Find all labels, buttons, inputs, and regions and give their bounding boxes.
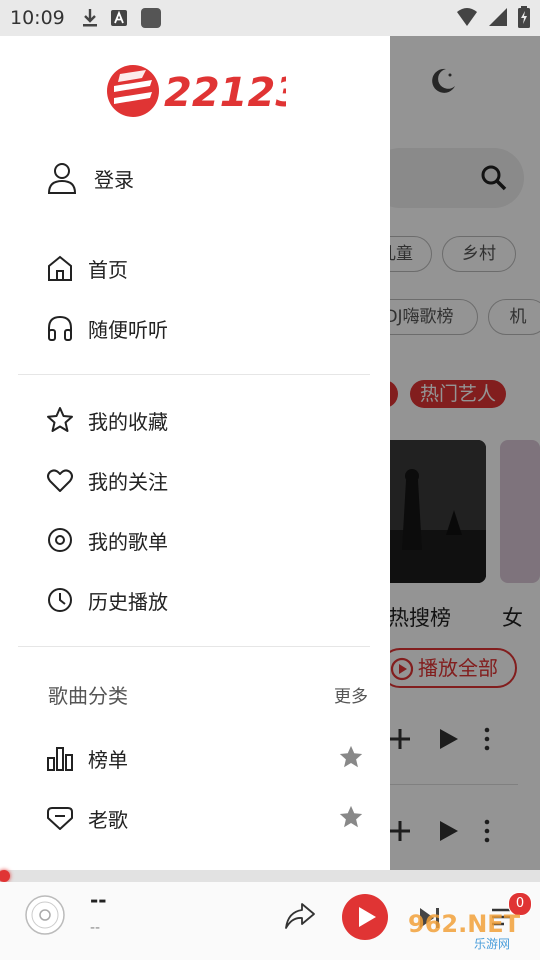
- login-button[interactable]: 登录: [46, 162, 134, 194]
- wifi-icon: [457, 8, 477, 26]
- app-logo: 22123: [106, 62, 303, 124]
- clock-icon: [48, 588, 72, 612]
- download-icon: [83, 9, 97, 27]
- nav-item-label: 我的歌单: [88, 529, 168, 554]
- categories-more-link[interactable]: 更多: [334, 682, 368, 707]
- navigation-drawer: 22123 登录 首页 随便听听 我的收藏 我的关注 我的歌单 历史播放 歌曲分…: [0, 36, 390, 870]
- star-outline-icon: [47, 407, 73, 432]
- nav-item-favorites[interactable]: 我的收藏: [46, 404, 168, 436]
- pin-star-icon[interactable]: [338, 744, 364, 770]
- category-item-label: 榜单: [88, 747, 128, 772]
- now-playing-artist: --: [90, 920, 101, 936]
- disc-icon: [48, 528, 72, 552]
- play-pause-button[interactable]: [342, 894, 388, 940]
- status-time: 10:09: [10, 7, 65, 29]
- share-icon[interactable]: [284, 902, 316, 930]
- album-disc-icon[interactable]: [24, 894, 66, 936]
- home-icon: [48, 255, 72, 281]
- logo-mark-icon: 22123: [107, 65, 303, 117]
- battery-icon: [518, 6, 530, 28]
- nav-item-history[interactable]: 历史播放: [46, 584, 168, 616]
- pin-star-icon[interactable]: [338, 804, 364, 830]
- svg-text:962.NET: 962.NET: [408, 910, 521, 938]
- section-title-categories: 歌曲分类: [48, 684, 128, 708]
- playback-progress-bar[interactable]: [0, 870, 540, 882]
- play-icon: [359, 907, 376, 927]
- nav-item-home[interactable]: 首页: [46, 252, 128, 284]
- mini-player: -- -- 0 962.NET 乐游网: [0, 882, 540, 960]
- logo-text: 22123: [164, 70, 286, 116]
- nav-item-label: 首页: [88, 257, 128, 282]
- notification-square-icon: [141, 8, 161, 28]
- status-bar: 10:09: [0, 0, 540, 36]
- font-a-icon: [111, 10, 127, 26]
- bar-chart-icon: [47, 747, 73, 771]
- nav-item-my-playlists[interactable]: 我的歌单: [46, 524, 168, 556]
- nav-item-following[interactable]: 我的关注: [46, 464, 168, 496]
- nav-item-label: 历史播放: [88, 589, 168, 614]
- heart-icon: [47, 469, 73, 492]
- nav-item-random-listen[interactable]: 随便听听: [46, 312, 168, 344]
- login-label: 登录: [94, 167, 134, 192]
- progress-handle[interactable]: [0, 870, 10, 882]
- signal-icon: [489, 8, 507, 26]
- headphones-icon: [48, 315, 72, 341]
- category-item-charts[interactable]: 榜单: [46, 742, 128, 774]
- watermark-logo: 962.NET 乐游网: [408, 910, 521, 950]
- nav-item-label: 我的关注: [88, 469, 168, 494]
- drawer-divider: [18, 374, 370, 375]
- tag-icon: [47, 807, 73, 830]
- now-playing-title: --: [90, 888, 107, 912]
- drawer-divider: [18, 646, 370, 647]
- nav-item-label: 我的收藏: [88, 409, 168, 434]
- user-icon: [47, 163, 77, 194]
- category-item-oldies[interactable]: 老歌: [46, 802, 128, 834]
- nav-item-label: 随便听听: [88, 317, 168, 342]
- category-item-label: 老歌: [88, 807, 128, 832]
- svg-text:乐游网: 乐游网: [474, 937, 510, 950]
